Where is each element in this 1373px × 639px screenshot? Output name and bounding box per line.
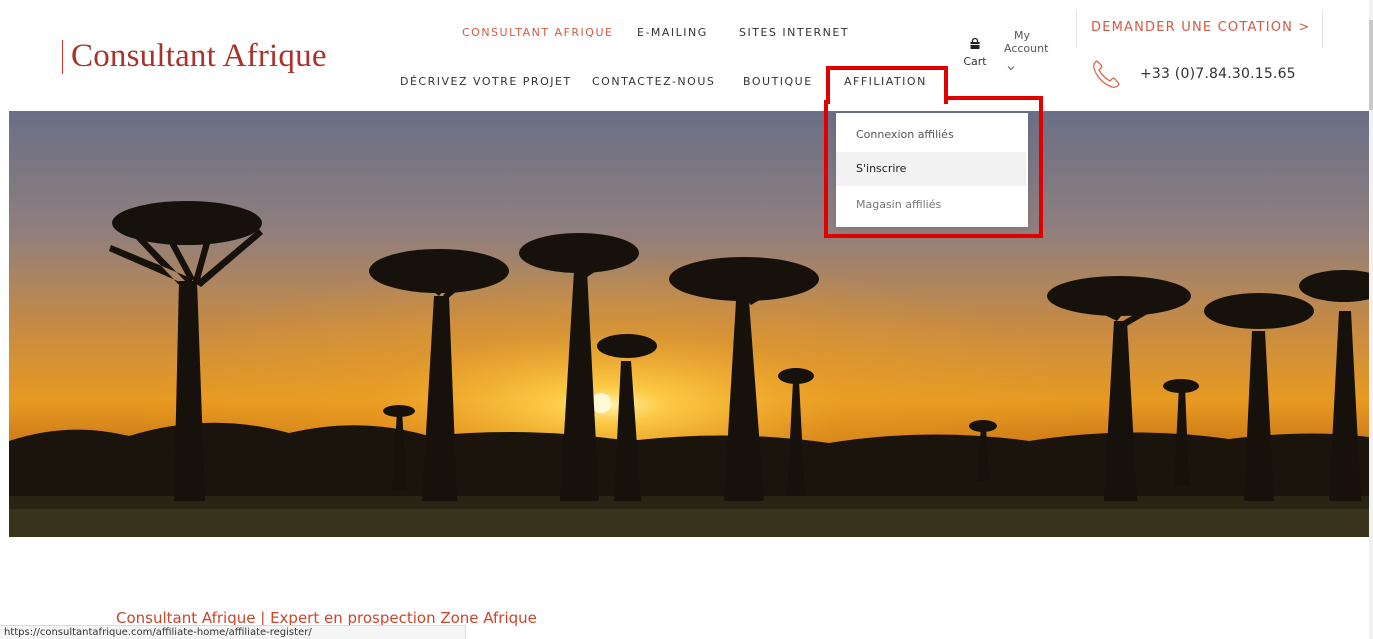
header-divider-left: [1076, 10, 1077, 48]
phone-icon: [1090, 58, 1122, 90]
chevron-down-icon: [1006, 60, 1016, 71]
request-quote-button[interactable]: DEMANDER UNE COTATION >: [1091, 20, 1311, 35]
cart-link[interactable]: Cart: [955, 38, 995, 69]
phone-number: +33 (0)7.84.30.15.65: [1140, 66, 1296, 82]
nav-consultant-afrique[interactable]: CONSULTANT AFRIQUE: [462, 26, 613, 39]
baobab-sunset-image: [9, 111, 1369, 537]
cart-label: Cart: [963, 55, 987, 68]
hero-banner: [9, 111, 1369, 537]
scrollbar-thumb[interactable]: [1369, 20, 1373, 110]
phone-contact[interactable]: +33 (0)7.84.30.15.65: [1090, 58, 1296, 90]
status-bar-url: https://consultantafrique.com/affiliate-…: [0, 625, 466, 639]
nav-contactez-nous[interactable]: CONTACTEZ-NOUS: [592, 75, 715, 88]
logo-text: Consultant Afrique: [71, 38, 327, 74]
site-header: Consultant Afrique CONSULTANT AFRIQUE E-…: [0, 0, 1373, 104]
shopping-bag-icon: [969, 38, 981, 50]
page-scrollbar[interactable]: [1369, 0, 1373, 639]
header-divider-right: [1322, 10, 1323, 48]
account-label-line2: Account: [1004, 42, 1049, 55]
nav-sites-internet[interactable]: SITES INTERNET: [739, 26, 849, 39]
my-account-menu[interactable]: My Account: [1003, 26, 1049, 71]
dropdown-item-connexion-affilies[interactable]: Connexion affiliés: [836, 118, 1026, 152]
site-logo[interactable]: Consultant Afrique: [62, 38, 327, 75]
nav-boutique[interactable]: BOUTIQUE: [743, 75, 813, 88]
affiliation-dropdown: Connexion affiliés S'inscrire Magasin af…: [836, 113, 1028, 227]
nav-decrivez-votre-projet[interactable]: DÉCRIVEZ VOTRE PROJET: [400, 75, 572, 88]
nav-affiliation[interactable]: AFFILIATION: [844, 75, 927, 88]
logo-divider: [62, 39, 63, 74]
dropdown-item-sinscrire[interactable]: S'inscrire: [836, 152, 1026, 186]
nav-e-mailing[interactable]: E-MAILING: [637, 26, 708, 39]
dropdown-item-magasin-affilies[interactable]: Magasin affiliés: [836, 188, 1026, 222]
